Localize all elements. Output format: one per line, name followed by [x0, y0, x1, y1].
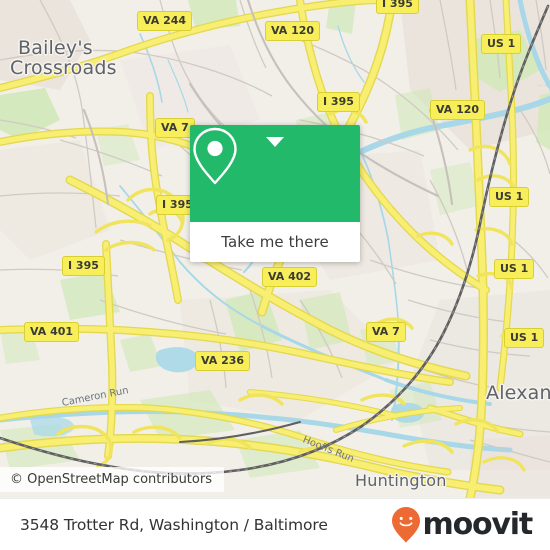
highway-shield: VA 7 [155, 118, 195, 138]
map-screenshot-root: VA 244 VA 120 I 395 US 1 I 395 VA 120 VA… [0, 0, 550, 550]
map-canvas[interactable]: VA 244 VA 120 I 395 US 1 I 395 VA 120 VA… [0, 0, 550, 498]
highway-shield: VA 236 [195, 351, 251, 371]
take-me-there-label: Take me there [221, 233, 329, 251]
highway-shield: VA 244 [137, 11, 193, 31]
highway-shield: VA 7 [366, 322, 406, 342]
highway-shield: I 395 [376, 0, 419, 14]
highway-shield: VA 120 [430, 100, 486, 120]
popup-pointer-tip [266, 137, 284, 147]
highway-shield: I 395 [317, 92, 360, 112]
attribution-text: © OpenStreetMap contributors [10, 472, 212, 487]
highway-shield: US 1 [489, 187, 530, 207]
highway-shield: US 1 [504, 328, 545, 348]
highway-shield: VA 402 [262, 267, 318, 287]
moovit-brand[interactable]: moovit [391, 506, 534, 544]
map-attribution[interactable]: © OpenStreetMap contributors [0, 467, 224, 492]
highway-shield: US 1 [494, 259, 535, 279]
take-me-there-button[interactable]: Take me there [190, 222, 360, 262]
address-label: 3548 Trotter Rd, Washington / Baltimore [20, 515, 328, 534]
moovit-smiley-pin-icon [391, 506, 420, 543]
footer-bar: 3548 Trotter Rd, Washington / Baltimore … [0, 498, 550, 550]
highway-shield: VA 401 [24, 322, 80, 342]
highway-shield: I 395 [62, 256, 105, 276]
highway-shield: VA 120 [265, 21, 321, 41]
moovit-wordmark: moovit [422, 507, 534, 542]
highway-shield: US 1 [481, 34, 522, 54]
map-pin-icon [193, 127, 237, 185]
